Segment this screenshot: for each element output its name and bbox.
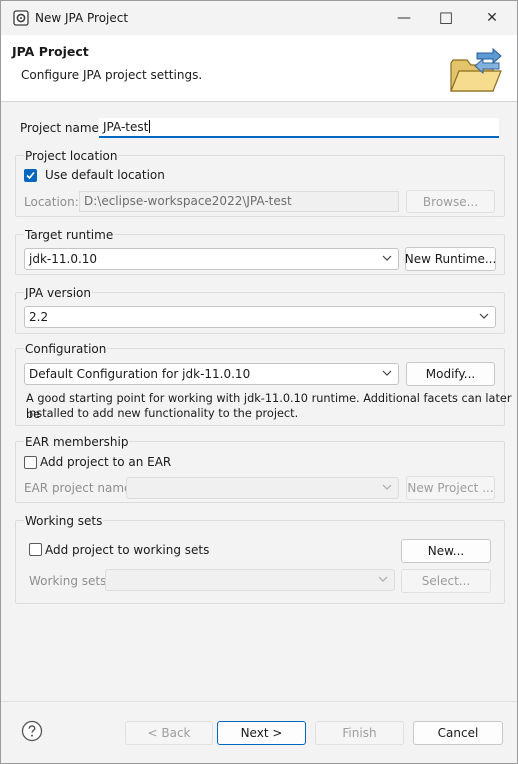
footer-divider — [1, 701, 517, 702]
new-ear-project-button[interactable]: New Project ... — [406, 476, 495, 500]
add-to-working-sets-checkbox[interactable] — [29, 543, 42, 556]
folder-arrows-icon — [450, 47, 502, 92]
help-icon[interactable] — [21, 720, 43, 742]
eclipse-app-icon — [13, 10, 29, 26]
use-default-location-label: Use default location — [45, 168, 165, 182]
configuration-group-label: Configuration — [24, 342, 108, 356]
project-location-group-label: Project location — [24, 149, 119, 163]
cancel-button[interactable]: Cancel — [413, 721, 503, 745]
add-to-ear-label: Add project to an EAR — [40, 455, 172, 469]
new-runtime-button[interactable]: New Runtime... — [405, 247, 496, 271]
location-label: Location: — [24, 195, 79, 209]
ear-project-name-label: EAR project name: — [24, 481, 136, 495]
new-jpa-project-dialog: New JPA Project — ☐ ✕ JPA Project Config… — [0, 0, 518, 764]
text-caret — [149, 120, 151, 133]
finish-button[interactable]: Finish — [315, 721, 404, 745]
close-icon: ✕ — [486, 10, 498, 26]
working-sets-label: Working sets: — [29, 574, 111, 588]
window-title: New JPA Project — [35, 11, 129, 25]
configuration-select[interactable]: Default Configuration for jdk-11.0.10 — [24, 363, 399, 385]
use-default-location-checkbox[interactable] — [24, 169, 37, 182]
location-input[interactable]: D:\eclipse-workspace2022\JPA-test — [79, 191, 399, 212]
maximize-icon: ☐ — [438, 8, 454, 28]
minimize-button[interactable]: — — [381, 1, 427, 35]
ear-project-select[interactable] — [126, 477, 399, 499]
chevron-down-icon — [382, 370, 392, 376]
page-subtitle: Configure JPA project settings. — [21, 68, 203, 82]
close-button[interactable]: ✕ — [469, 1, 515, 35]
target-runtime-select[interactable]: jdk-11.0.10 — [24, 248, 399, 270]
configuration-description-line2: installed to add new functionality to th… — [26, 407, 299, 420]
select-working-sets-button[interactable]: Select... — [401, 569, 491, 593]
jpa-version-group-label: JPA version — [24, 286, 92, 300]
chevron-down-icon — [382, 484, 392, 490]
target-runtime-group-label: Target runtime — [24, 228, 115, 242]
maximize-button[interactable]: ☐ — [423, 1, 469, 35]
chevron-down-icon — [378, 576, 388, 582]
next-button[interactable]: Next > — [217, 721, 306, 745]
project-name-input[interactable]: JPA-test — [99, 118, 499, 138]
checkmark-icon — [26, 171, 35, 180]
page-title: JPA Project — [12, 44, 89, 59]
add-to-ear-checkbox[interactable] — [24, 456, 37, 469]
jpa-version-select[interactable]: 2.2 — [24, 306, 496, 328]
browse-button[interactable]: Browse... — [406, 190, 495, 213]
banner-divider — [1, 101, 517, 102]
title-bar: New JPA Project — ☐ ✕ — [1, 1, 517, 35]
minimize-icon: — — [397, 10, 411, 26]
chevron-down-icon — [479, 313, 489, 319]
ear-membership-group-label: EAR membership — [24, 435, 130, 449]
chevron-down-icon — [382, 255, 392, 261]
wizard-banner: JPA Project Configure JPA project settin… — [1, 35, 517, 101]
back-button[interactable]: < Back — [125, 721, 213, 745]
modify-button[interactable]: Modify... — [406, 362, 495, 386]
add-to-working-sets-label: Add project to working sets — [45, 543, 210, 557]
new-working-set-button[interactable]: New... — [401, 539, 491, 563]
project-name-label: Project name: — [20, 121, 103, 135]
working-sets-select[interactable] — [105, 569, 395, 591]
working-sets-group-label: Working sets — [24, 514, 104, 528]
